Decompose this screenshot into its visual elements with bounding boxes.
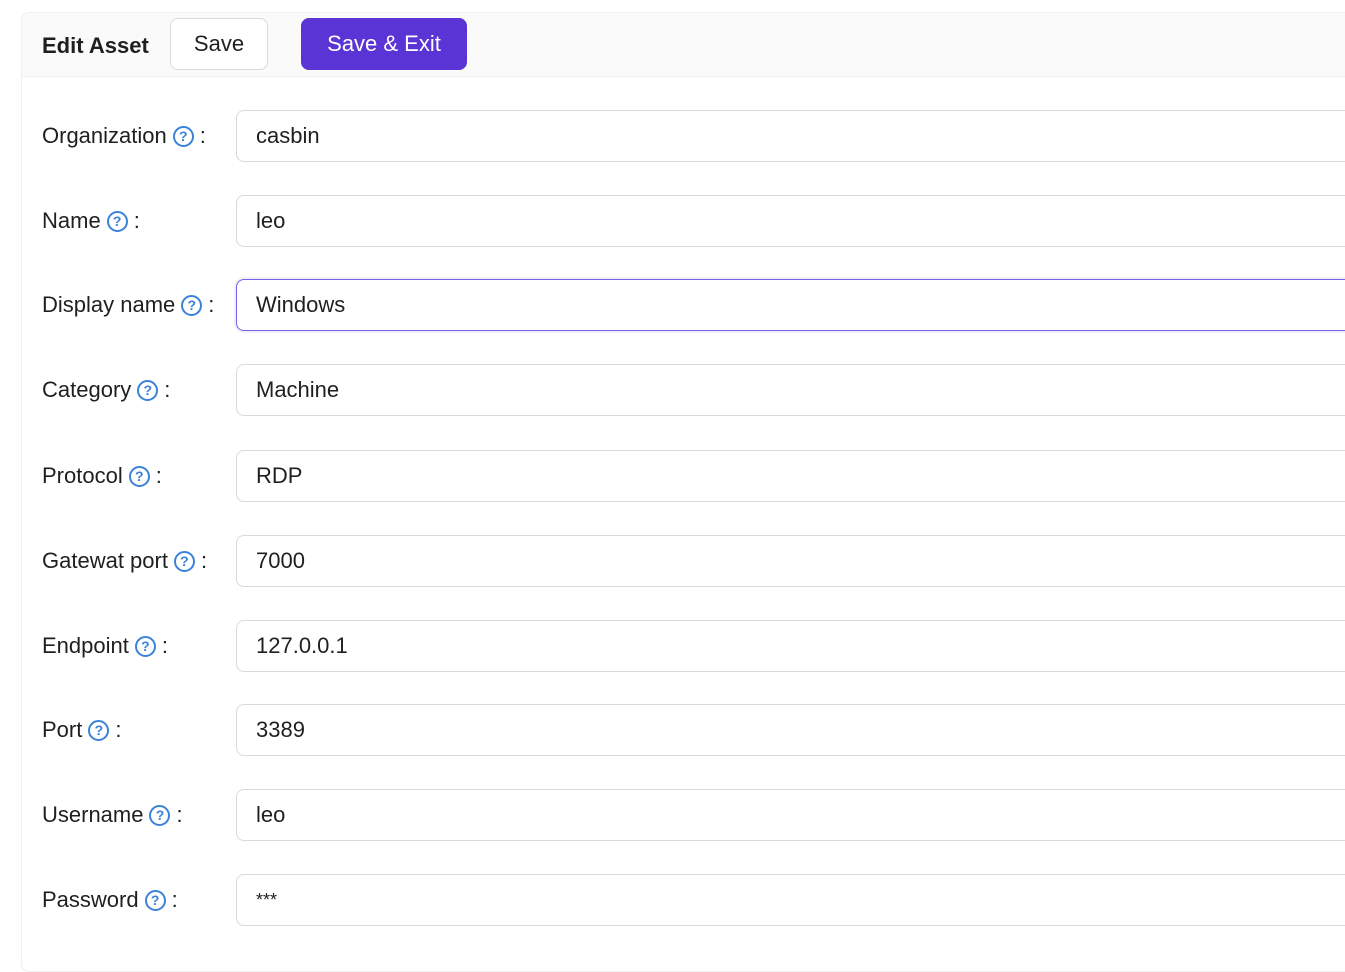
gateway-port-label-text: Gatewat port — [42, 548, 168, 573]
name-label-text: Name — [42, 208, 101, 233]
question-circle-icon[interactable]: ? — [149, 804, 171, 826]
category-input[interactable] — [236, 364, 1345, 416]
edit-asset-card: Edit Asset Save Save & Exit Organization… — [21, 12, 1345, 972]
label-colon: : — [155, 463, 162, 488]
question-circle-icon[interactable]: ? — [134, 635, 156, 657]
question-circle-icon[interactable]: ? — [144, 889, 166, 911]
organization-label-text: Organization — [42, 123, 167, 148]
question-circle-icon[interactable]: ? — [128, 465, 150, 487]
username-label: Username ? : — [42, 789, 183, 841]
card-header: Edit Asset Save Save & Exit — [22, 13, 1345, 77]
question-circle-icon[interactable]: ? — [173, 550, 195, 572]
username-label-text: Username — [42, 802, 144, 827]
username-input[interactable] — [236, 789, 1345, 841]
page-title: Edit Asset — [42, 33, 149, 58]
form-row-protocol: Protocol ? : — [22, 450, 1345, 502]
form-row-username: Username ? : — [22, 789, 1345, 841]
gateway-port-label: Gatewat port ? : — [42, 535, 207, 587]
display-name-label-text: Display name — [42, 292, 176, 317]
name-input[interactable] — [236, 195, 1345, 247]
question-circle-icon[interactable]: ? — [172, 125, 194, 147]
label-colon: : — [176, 802, 183, 827]
gateway-port-input[interactable] — [236, 535, 1345, 587]
display-name-input[interactable] — [236, 279, 1345, 331]
password-input[interactable] — [236, 874, 1345, 926]
label-colon: : — [133, 208, 140, 233]
endpoint-label-text: Endpoint — [42, 633, 129, 658]
form-row-password: Password ? : — [22, 874, 1345, 926]
label-colon: : — [171, 887, 178, 912]
label-colon: : — [199, 123, 206, 148]
port-input[interactable] — [236, 704, 1345, 756]
port-label: Port ? : — [42, 704, 121, 756]
form-row-port: Port ? : — [22, 704, 1345, 756]
display-name-label: Display name ? : — [42, 279, 214, 331]
form-row-endpoint: Endpoint ? : — [22, 620, 1345, 672]
question-circle-icon[interactable]: ? — [181, 294, 203, 316]
form-row-name: Name ? : — [22, 195, 1345, 247]
question-circle-icon[interactable]: ? — [106, 210, 128, 232]
category-label: Category ? : — [42, 364, 170, 416]
question-circle-icon[interactable]: ? — [137, 379, 159, 401]
label-colon: : — [208, 292, 215, 317]
save-and-exit-button[interactable]: Save & Exit — [301, 18, 467, 70]
label-colon: : — [200, 548, 208, 573]
form-row-category: Category ? : — [22, 364, 1345, 416]
label-colon: : — [164, 377, 171, 402]
endpoint-label: Endpoint ? : — [42, 620, 168, 672]
organization-input[interactable] — [236, 110, 1345, 162]
save-button[interactable]: Save — [170, 18, 268, 70]
protocol-label: Protocol ? : — [42, 450, 162, 502]
organization-label: Organization ? : — [42, 110, 206, 162]
endpoint-input[interactable] — [236, 620, 1345, 672]
label-colon: : — [115, 717, 122, 742]
password-label-text: Password — [42, 887, 139, 912]
protocol-label-text: Protocol — [42, 463, 123, 488]
password-label: Password ? : — [42, 874, 178, 926]
category-label-text: Category — [42, 377, 132, 402]
label-colon: : — [161, 633, 168, 658]
name-label: Name ? : — [42, 195, 140, 247]
form-row-display-name: Display name ? : — [22, 279, 1345, 331]
port-label-text: Port — [42, 717, 83, 742]
form-row-organization: Organization ? : — [22, 110, 1345, 162]
question-circle-icon[interactable]: ? — [88, 719, 110, 741]
protocol-input[interactable] — [236, 450, 1345, 502]
form-row-gateway-port: Gatewat port ? : — [22, 535, 1345, 587]
